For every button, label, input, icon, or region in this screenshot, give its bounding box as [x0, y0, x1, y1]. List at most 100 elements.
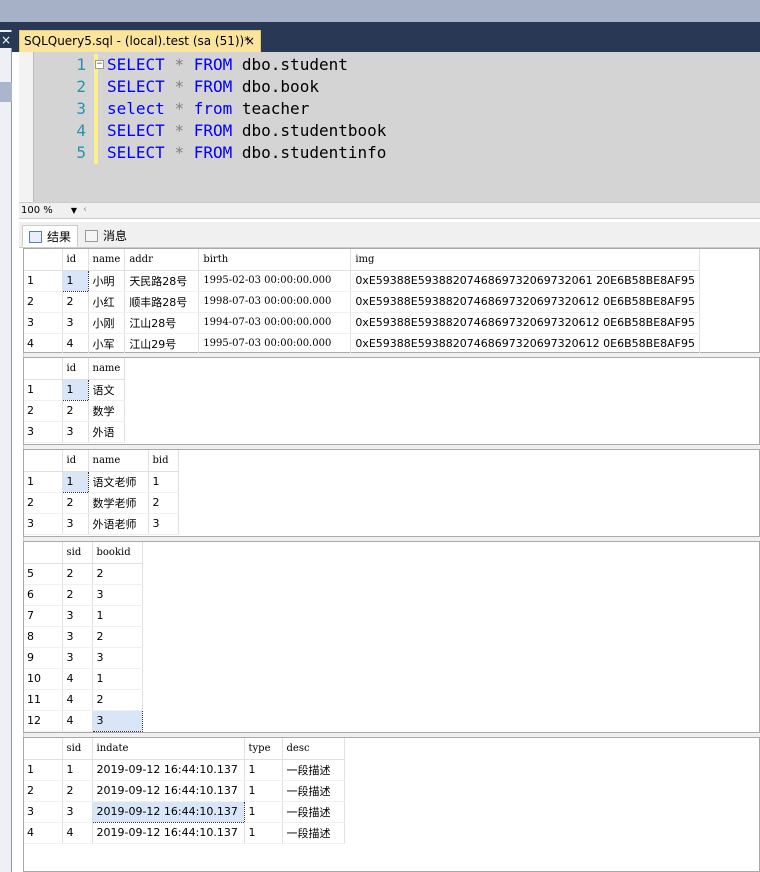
table-cell[interactable]: 数学老师 [88, 492, 149, 514]
row-number[interactable]: 2 [24, 400, 63, 422]
table-cell[interactable]: 1995-02-03 00:00:00.000 [198, 270, 352, 292]
row-number[interactable]: 8 [24, 626, 63, 648]
table-cell[interactable]: 1995-07-03 00:00:00.000 [198, 333, 352, 355]
row-number[interactable]: 2 [24, 492, 63, 514]
table-cell[interactable]: 外语 [88, 421, 126, 443]
table-cell[interactable]: 2 [92, 689, 143, 711]
column-header[interactable]: birth [198, 249, 352, 271]
table-row[interactable]: 623 [24, 584, 143, 606]
column-header[interactable]: img [350, 249, 701, 271]
table-cell[interactable]: 2 [62, 584, 93, 606]
row-header-corner[interactable] [24, 450, 63, 472]
close-tab-icon[interactable]: × [245, 31, 255, 52]
table-row[interactable]: 4 4 小军 江山29号 1995-07-03 00:00:00.000 0xE59388… [24, 333, 701, 355]
table-cell[interactable]: 2 [62, 780, 93, 802]
row-number[interactable]: 9 [24, 647, 63, 669]
table-cell[interactable]: 0xE59388E5938820746869732069732061 20E6B… [350, 270, 701, 292]
table-cell[interactable]: 1 [62, 759, 93, 781]
table-cell[interactable]: 1 [92, 668, 143, 690]
row-number[interactable]: 12 [24, 710, 63, 732]
row-header-corner[interactable] [24, 542, 63, 564]
column-header[interactable]: name [88, 358, 126, 380]
table-row[interactable]: 1 1 语文 [24, 378, 126, 401]
results-grid-teacher[interactable]: id name bid 1 1 语文老师 1 2 2 数学老师 2 3 3 外语老师 3 [23, 449, 760, 537]
row-number[interactable]: 2 [24, 780, 63, 802]
table-cell[interactable]: 小明 [88, 270, 126, 292]
table-cell[interactable]: 1 [61, 269, 89, 292]
table-cell[interactable]: 3 [92, 584, 143, 606]
row-number[interactable]: 2 [24, 291, 63, 313]
table-cell[interactable]: 外语老师 [88, 513, 149, 535]
table-row[interactable]: 731 [24, 605, 143, 627]
row-number[interactable]: 1 [24, 270, 63, 292]
column-header[interactable]: indate [92, 738, 245, 760]
tab-results[interactable]: 结果 [22, 225, 79, 247]
table-row[interactable]: 1 1 2019-09-12 16:44:10.137 1 一段描述 [24, 759, 345, 781]
table-cell[interactable]: 3 [62, 513, 89, 535]
row-number[interactable]: 1 [24, 379, 63, 401]
results-grid-book[interactable]: id name 1 1 语文 2 2 数学 3 3 外语 [23, 357, 760, 445]
table-cell[interactable]: 1 [244, 822, 283, 844]
table-row[interactable]: 1 1 小明 天民路28号 1995-02-03 00:00:00.000 0xE5938… [24, 269, 701, 292]
row-number[interactable]: 10 [24, 668, 63, 690]
table-cell[interactable]: 0xE59388E59388207468697320697320612 0E6B… [350, 333, 701, 355]
table-cell[interactable]: 语文老师 [88, 471, 149, 493]
column-header[interactable]: bookid [92, 542, 143, 564]
row-header-corner[interactable] [24, 358, 63, 380]
table-cell[interactable]: 3 [62, 801, 93, 823]
column-header[interactable]: bid [148, 450, 179, 472]
column-header[interactable]: name [88, 249, 126, 271]
table-cell[interactable]: 4 [62, 333, 89, 355]
table-row[interactable]: 3 3 2019-09-12 16:44:10.137 1 一段描述 [24, 800, 345, 823]
row-number[interactable]: 3 [24, 312, 63, 334]
table-row[interactable]: 2 2 2019-09-12 16:44:10.137 1 一段描述 [24, 780, 345, 802]
table-row[interactable]: 3 3 外语 [24, 421, 126, 443]
panel-scroll-strip[interactable] [0, 82, 12, 102]
column-header[interactable]: id [62, 358, 89, 380]
row-number[interactable]: 1 [24, 759, 63, 781]
column-header[interactable]: type [244, 738, 283, 760]
table-row[interactable]: 2 2 数学老师 2 [24, 492, 179, 514]
table-row[interactable]: 3 3 外语老师 3 [24, 513, 179, 535]
row-header-corner[interactable] [24, 249, 63, 271]
column-header[interactable]: sid [62, 738, 93, 760]
table-cell[interactable]: 天民路28号 [124, 270, 200, 292]
column-header[interactable]: id [62, 249, 89, 271]
row-number[interactable]: 1 [24, 471, 63, 493]
table-cell[interactable]: 1 [148, 471, 179, 493]
table-cell[interactable]: 1 [92, 605, 143, 627]
results-grid-studentbook[interactable]: sid bookid 5 2 2 6 2 3 7 3 1 8 3 2 9 3 3 10 4 1 11 4 2 12 4 3 [23, 541, 760, 733]
table-cell[interactable]: 3 [148, 513, 179, 535]
tab-messages[interactable]: 消息 [79, 225, 133, 247]
table-row[interactable]: 4 4 2019-09-12 16:44:10.137 1 一段描述 [24, 822, 345, 844]
table-cell[interactable]: 2 [62, 291, 89, 313]
table-cell[interactable]: 2019-09-12 16:44:10.137 [92, 780, 245, 802]
table-cell[interactable]: 2019-09-12 16:44:10.137 [92, 759, 245, 781]
table-cell[interactable]: 2 [62, 563, 93, 585]
results-grid-studentinfo[interactable]: sid indate type desc 1 1 2019-09-12 16:44:10.1… [23, 737, 760, 872]
table-cell[interactable]: 4 [62, 668, 93, 690]
table-cell[interactable]: 3 [62, 626, 93, 648]
row-number[interactable]: 3 [24, 801, 63, 823]
table-cell[interactable]: 2019-09-12 16:44:10.137 [91, 800, 245, 823]
table-cell[interactable]: 语文 [88, 379, 126, 401]
table-cell[interactable]: 1998-07-03 00:00:00.000 [198, 291, 352, 313]
table-cell[interactable]: 小军 [88, 333, 126, 355]
table-cell[interactable]: 小刚 [88, 312, 126, 334]
row-number[interactable]: 4 [24, 333, 63, 355]
row-number[interactable]: 5 [24, 563, 63, 585]
column-header[interactable]: desc [282, 738, 345, 760]
table-cell[interactable]: 0xE59388E59388207468697320697320612 0E6B… [350, 291, 701, 313]
table-cell[interactable]: 3 [62, 605, 93, 627]
table-row[interactable]: 3 3 小刚 江山28号 1994-07-03 00:00:00.000 0xE59388… [24, 312, 701, 334]
column-header[interactable]: id [62, 450, 89, 472]
row-number[interactable]: 4 [24, 822, 63, 844]
table-cell[interactable]: 2 [148, 492, 179, 514]
table-row[interactable]: 10 4 1 [24, 668, 143, 690]
row-number[interactable]: 3 [24, 513, 63, 535]
column-header[interactable]: addr [124, 249, 200, 271]
zoom-select[interactable]: 100 % ▼ [19, 204, 79, 218]
table-cell[interactable]: 顺丰路28号 [124, 291, 200, 313]
table-row[interactable]: 2 2 数学 [24, 400, 126, 422]
table-cell[interactable]: 2 [92, 563, 143, 585]
